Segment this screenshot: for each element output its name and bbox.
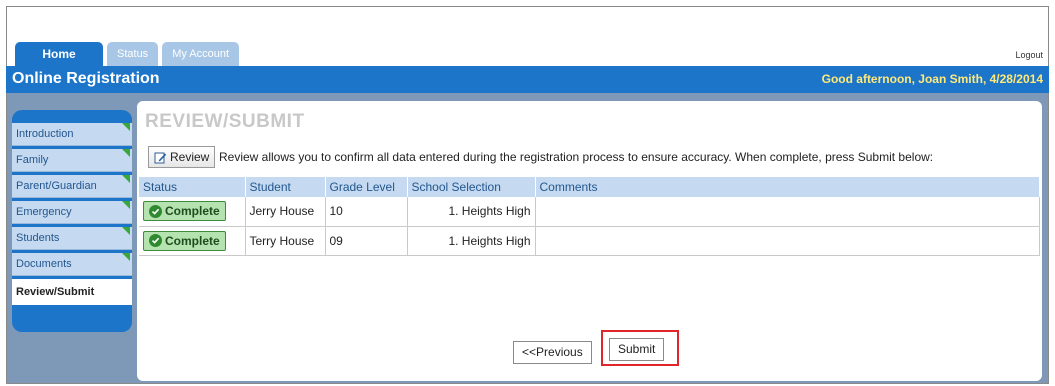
grade-cell: 09 (325, 226, 408, 256)
sidebar-item-label: Parent/Guardian (16, 180, 97, 192)
column-header-school-selection: School Selection (407, 177, 536, 197)
tab-home[interactable]: Home (15, 42, 103, 66)
review-button[interactable]: Review (148, 146, 216, 168)
header-bar: Online Registration Good afternoon, Joan… (6, 66, 1049, 93)
students-table: Status Student Grade Level School Select… (139, 177, 1040, 256)
column-header-grade-level: Grade Level (325, 177, 408, 197)
complete-status-button[interactable]: Complete (143, 201, 226, 222)
column-header-status: Status (139, 177, 246, 197)
status-label: Complete (165, 233, 220, 248)
sidebar-nav: Introduction Family Parent/Guardian Emer… (12, 123, 132, 308)
status-cell: Complete (139, 226, 246, 256)
sidebar-item-documents[interactable]: Documents (12, 253, 132, 276)
school-cell: 1. Heights High (407, 197, 536, 227)
comments-cell (535, 197, 1040, 227)
status-cell: Complete (139, 197, 246, 227)
table-row: Complete Terry House 09 1. Heights High (139, 226, 1040, 256)
comments-cell (535, 226, 1040, 256)
complete-status-button[interactable]: Complete (143, 230, 226, 251)
sidebar-item-label: Family (16, 154, 49, 166)
page-title: REVIEW/SUBMIT (145, 111, 305, 132)
table-row: Complete Jerry House 10 1. Heights High (139, 197, 1040, 227)
tab-my-account[interactable]: My Account (162, 42, 240, 66)
main-panel: REVIEW/SUBMIT Review Review allows you t… (137, 101, 1042, 381)
sidebar-item-label: Students (16, 232, 60, 244)
check-circle-icon (149, 204, 162, 218)
sidebar-item-review-submit[interactable]: Review/Submit (12, 279, 132, 305)
top-tabs: Home Status My Account (15, 42, 240, 66)
sidebar-item-introduction[interactable]: Introduction (12, 123, 132, 146)
complete-corner-icon (122, 253, 130, 261)
check-circle-icon (149, 234, 162, 247)
sidebar-item-label: Review/Submit (16, 286, 95, 298)
grade-cell: 10 (325, 197, 408, 227)
complete-corner-icon (122, 123, 130, 131)
review-description: Review allows you to confirm all data en… (219, 150, 934, 164)
student-cell: Jerry House (245, 197, 326, 227)
complete-corner-icon (122, 149, 130, 157)
app-title: Online Registration (12, 70, 160, 87)
table-header-row: Status Student Grade Level School Select… (139, 177, 1040, 197)
sidebar-item-label: Introduction (16, 128, 74, 140)
logout-link[interactable]: Logout (1015, 50, 1043, 60)
sidebar-item-emergency[interactable]: Emergency (12, 201, 132, 224)
tab-status[interactable]: Status (107, 42, 159, 66)
sidebar-item-parent-guardian[interactable]: Parent/Guardian (12, 175, 132, 198)
previous-button[interactable]: <<Previous (513, 341, 592, 364)
complete-corner-icon (122, 227, 130, 235)
school-cell: 1. Heights High (407, 226, 536, 256)
edit-icon (154, 151, 167, 164)
complete-corner-icon (122, 201, 130, 209)
complete-corner-icon (122, 175, 130, 183)
column-header-student: Student (245, 177, 326, 197)
student-cell: Terry House (245, 226, 326, 256)
sidebar-item-students[interactable]: Students (12, 227, 132, 250)
column-header-comments: Comments (535, 177, 1040, 197)
sidebar-item-label: Emergency (16, 206, 72, 218)
sidebar-item-label: Documents (16, 258, 72, 270)
submit-button[interactable]: Submit (609, 338, 665, 361)
status-label: Complete (165, 204, 220, 219)
sidebar-item-family[interactable]: Family (12, 149, 132, 172)
review-button-label: Review (170, 150, 210, 164)
greeting-text: Good afternoon, Joan Smith, 4/28/2014 (821, 72, 1043, 86)
